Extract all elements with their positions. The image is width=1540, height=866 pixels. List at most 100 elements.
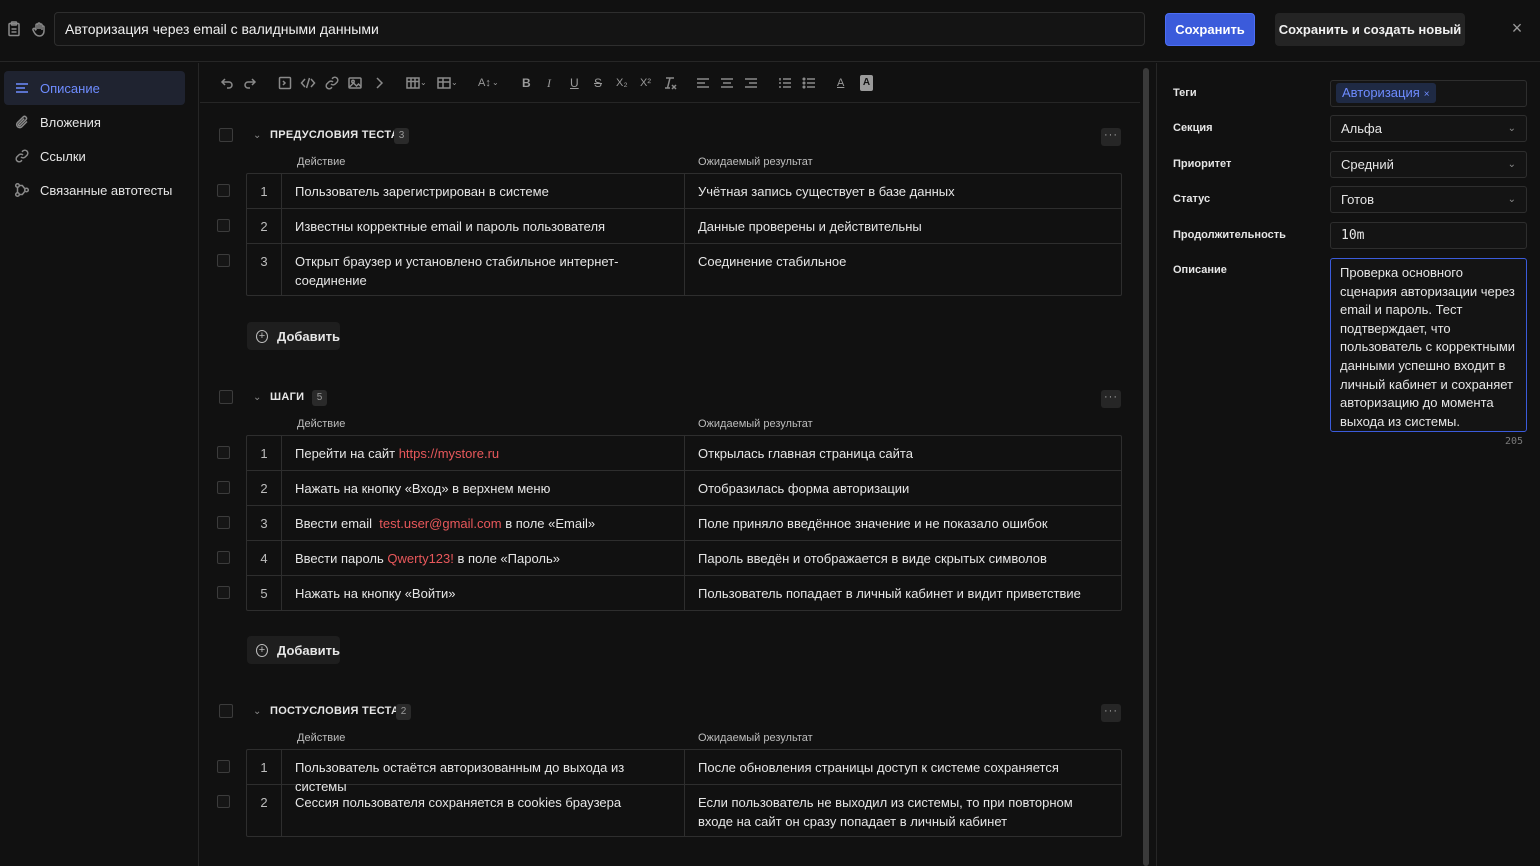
action-cell[interactable]: Пользователь остаётся авторизованным до … [282, 750, 685, 794]
chevron-right-icon[interactable] [371, 75, 387, 91]
close-icon[interactable]: × [1508, 19, 1526, 37]
result-cell[interactable]: Данные проверены и действительны [685, 209, 1121, 243]
action-cell[interactable]: Известны корректные email и пароль польз… [282, 209, 685, 243]
duration-input[interactable]: 10m [1330, 222, 1527, 249]
tag-chip[interactable]: Авторизация × [1336, 83, 1436, 103]
align-center-icon[interactable] [719, 75, 735, 91]
chevron-down-icon[interactable]: ⌄ [492, 75, 499, 91]
table-icon[interactable] [405, 75, 421, 91]
clipboard-icon[interactable] [6, 21, 22, 37]
chevron-down-icon[interactable]: ⌄ [253, 131, 263, 141]
save-button[interactable]: Сохранить [1165, 13, 1255, 46]
action-cell[interactable]: Ввести пароль Qwerty123! в поле «Пароль» [282, 541, 685, 575]
chevron-down-icon[interactable]: ⌄ [253, 707, 263, 717]
test-title-input[interactable]: Авторизация через email с валидными данн… [54, 12, 1145, 46]
row-checkbox[interactable] [217, 446, 230, 459]
more-options-icon[interactable]: ··· [1101, 704, 1121, 722]
add-precondition-button[interactable]: + Добавить [247, 322, 340, 350]
result-cell[interactable]: Пользователь попадает в личный кабинет и… [685, 576, 1121, 610]
hand-icon[interactable] [31, 21, 47, 37]
action-cell[interactable]: Нажать на кнопку «Вход» в верхнем меню [282, 471, 685, 505]
more-options-icon[interactable]: ··· [1101, 390, 1121, 408]
insert-link-icon[interactable] [324, 75, 340, 91]
underline-icon[interactable]: U [570, 75, 579, 91]
row-checkbox[interactable] [217, 795, 230, 808]
email-param[interactable]: test.user@gmail.com [379, 516, 501, 531]
action-cell[interactable]: Пользователь зарегистрирован в системе [282, 174, 685, 208]
priority-select[interactable]: Средний ⌄ [1330, 151, 1527, 178]
section-title: ШАГИ [270, 391, 305, 403]
chevron-down-icon[interactable]: ⌄ [420, 75, 427, 91]
sidebar-item-attachments[interactable]: Вложения [4, 105, 185, 139]
result-cell[interactable]: Поле приняло введённое значение и не пок… [685, 506, 1121, 540]
clear-format-icon[interactable] [662, 75, 678, 91]
list-icon [16, 83, 28, 93]
align-right-icon[interactable] [743, 75, 759, 91]
priority-label: Приоритет [1173, 158, 1232, 170]
status-value: Готов [1341, 192, 1375, 207]
status-select[interactable]: Готов ⌄ [1330, 186, 1527, 213]
action-cell[interactable]: Открыт браузер и установлено стабильное … [282, 244, 685, 295]
result-cell[interactable]: Отобразилась форма авторизации [685, 471, 1121, 505]
undo-icon[interactable] [219, 75, 235, 91]
chevron-down-icon[interactable]: ⌄ [253, 393, 263, 403]
ordered-list-icon[interactable] [777, 75, 793, 91]
more-options-icon[interactable]: ··· [1101, 128, 1121, 146]
highlight-icon[interactable]: A [860, 75, 873, 91]
table-edit-icon[interactable] [436, 75, 452, 91]
code-block-icon[interactable] [277, 75, 293, 91]
result-cell[interactable]: Пароль введён и отображается в виде скры… [685, 541, 1121, 575]
plus-circle-icon: + [256, 643, 269, 657]
align-left-icon[interactable] [695, 75, 711, 91]
subscript-icon[interactable]: X₂ [616, 75, 628, 91]
row-checkbox[interactable] [217, 481, 230, 494]
action-cell[interactable]: Перейти на сайт https://mystore.ru [282, 436, 685, 470]
chevron-down-icon[interactable]: ⌄ [451, 75, 458, 91]
sidebar-item-linked-autotests[interactable]: Связанные автотесты [4, 173, 185, 207]
count-badge: 5 [312, 390, 327, 406]
row-checkbox[interactable] [217, 551, 230, 564]
result-cell[interactable]: Соединение стабильное [685, 244, 1121, 295]
result-cell[interactable]: Открылась главная страница сайта [685, 436, 1121, 470]
sidebar-item-description[interactable]: Описание [4, 71, 185, 105]
table-row: 1 Пользователь зарегистрирован в системе… [217, 174, 1121, 209]
row-number: 2 [247, 785, 282, 836]
password-param[interactable]: Qwerty123! [387, 551, 453, 566]
section-select[interactable]: Альфа ⌄ [1330, 115, 1527, 142]
superscript-icon[interactable]: X² [640, 75, 651, 91]
row-checkbox[interactable] [217, 254, 230, 267]
add-step-button[interactable]: + Добавить [247, 636, 340, 664]
row-checkbox[interactable] [217, 760, 230, 773]
action-cell[interactable]: Сессия пользователя сохраняется в cookie… [282, 785, 685, 836]
text-color-icon[interactable]: A [837, 75, 844, 91]
italic-icon[interactable]: I [547, 75, 551, 91]
action-cell[interactable]: Ввести email test.user@gmail.com в поле … [282, 506, 685, 540]
section-checkbox[interactable] [219, 128, 233, 142]
action-cell[interactable]: Нажать на кнопку «Войти» [282, 576, 685, 610]
action-text: Перейти на сайт [295, 446, 399, 461]
strikethrough-icon[interactable]: S [594, 75, 602, 91]
url-link[interactable]: https://mystore.ru [399, 446, 499, 461]
image-icon[interactable] [347, 75, 363, 91]
save-and-create-button[interactable]: Сохранить и создать новый [1275, 13, 1465, 46]
description-textarea[interactable]: Проверка основного сценария авторизации … [1330, 258, 1527, 432]
sidebar-item-links[interactable]: Ссылки [4, 139, 185, 173]
result-cell[interactable]: Учётная запись существует в базе данных [685, 174, 1121, 208]
bold-icon[interactable]: B [522, 75, 531, 91]
row-checkbox[interactable] [217, 184, 230, 197]
row-checkbox[interactable] [217, 219, 230, 232]
chevron-down-icon: ⌄ [1507, 123, 1516, 134]
bullet-list-icon[interactable] [801, 75, 817, 91]
editor-scrollbar[interactable] [1143, 68, 1149, 866]
tree-icon [14, 182, 30, 198]
text-size-icon[interactable]: A↕ [478, 75, 491, 91]
result-cell[interactable]: После обновления страницы доступ к систе… [685, 750, 1121, 784]
section-checkbox[interactable] [219, 390, 233, 404]
inline-code-icon[interactable] [300, 75, 316, 91]
result-cell[interactable]: Если пользователь не выходил из системы,… [685, 785, 1121, 836]
row-checkbox[interactable] [217, 586, 230, 599]
tag-remove-icon[interactable]: × [1424, 89, 1430, 100]
redo-icon[interactable] [242, 75, 258, 91]
section-checkbox[interactable] [219, 704, 233, 718]
row-checkbox[interactable] [217, 516, 230, 529]
